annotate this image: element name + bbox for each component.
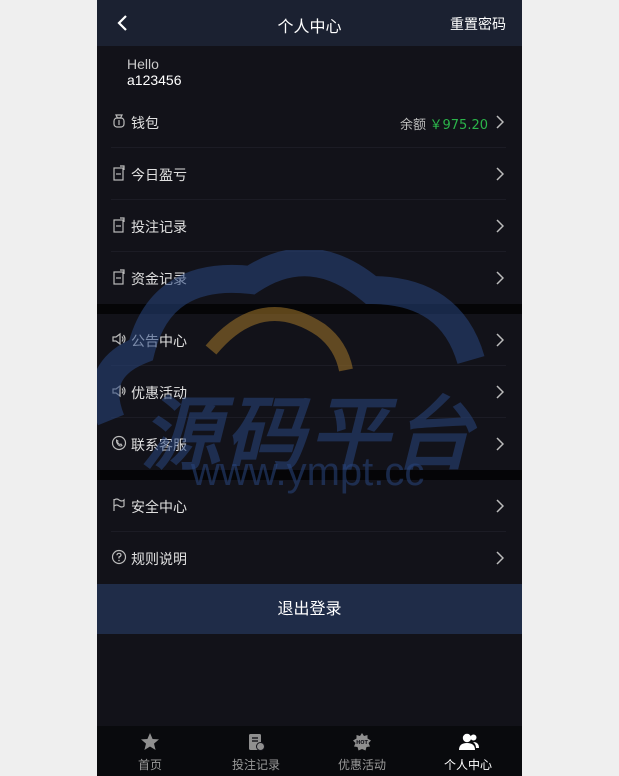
speaker-icon <box>112 332 126 346</box>
wallet-label: 钱包 <box>131 116 159 132</box>
menu-item-label: 规则说明 <box>131 552 187 568</box>
chevron-right-icon <box>496 551 504 565</box>
users-icon <box>459 733 479 750</box>
report-icon <box>113 269 125 285</box>
wallet-bag-icon <box>113 114 125 128</box>
reset-password-button[interactable]: 重置密码 <box>450 14 506 34</box>
menu-item-promotions[interactable]: 优惠活动 <box>97 366 522 418</box>
chevron-right-icon <box>496 499 504 513</box>
chevron-right-icon <box>496 385 504 399</box>
star-icon <box>141 733 159 750</box>
chevron-right-icon <box>496 167 504 181</box>
menu-item-label: 公告中心 <box>131 334 187 350</box>
menu-item-fund-records[interactable]: 资金记录 <box>97 252 522 304</box>
greeting: Hello a123456 <box>127 56 182 88</box>
greeting-hello: Hello <box>127 56 159 72</box>
question-icon <box>111 549 127 565</box>
menu-item-security[interactable]: 安全中心 <box>97 480 522 532</box>
chevron-right-icon <box>496 437 504 451</box>
tab-label: 首页 <box>137 758 162 772</box>
username: a123456 <box>127 72 182 88</box>
wallet-row[interactable]: 钱包 余额 ￥975.20 <box>97 96 522 148</box>
report-icon <box>113 217 125 233</box>
phone-icon <box>111 435 127 451</box>
menu-item-label: 资金记录 <box>131 272 187 288</box>
menu-item-today-profit[interactable]: 今日盈亏 <box>97 148 522 200</box>
svg-text:HOT: HOT <box>356 740 368 746</box>
tab-bet-records[interactable]: 投注记录 <box>203 726 309 776</box>
menu-item-label: 联系客服 <box>131 438 187 454</box>
tab-label: 个人中心 <box>443 758 492 772</box>
chevron-right-icon <box>496 333 504 347</box>
tab-promotions[interactable]: HOT 优惠活动 <box>309 726 415 776</box>
menu-item-label: 投注记录 <box>131 220 187 236</box>
section-separator <box>97 470 522 480</box>
balance-value: ￥975.20 <box>429 118 489 133</box>
hot-icon: HOT <box>353 733 371 751</box>
bet-record-icon <box>249 734 265 751</box>
menu-item-announcements[interactable]: 公告中心 <box>97 314 522 366</box>
menu-item-label: 今日盈亏 <box>131 168 187 184</box>
tab-personal-center[interactable]: 个人中心 <box>415 726 521 776</box>
chevron-right-icon <box>496 115 504 129</box>
balance-label: 余额 <box>399 118 426 133</box>
phone-screen: 个人中心 重置密码 Hello a123456 钱包 余额 ￥975.20 今日… <box>97 0 522 776</box>
header-bar: 个人中心 重置密码 <box>97 0 522 46</box>
menu-item-label: 优惠活动 <box>131 386 187 402</box>
tab-home[interactable]: 首页 <box>97 726 203 776</box>
menu-item-label: 安全中心 <box>131 500 187 516</box>
flag-icon <box>113 498 125 511</box>
section-separator <box>97 304 522 314</box>
chevron-right-icon <box>496 271 504 285</box>
speaker-icon <box>112 384 126 398</box>
report-icon <box>113 165 125 181</box>
bottom-tab-bar: 首页 投注记录 HOT 优惠活动 个人中心 <box>97 726 522 776</box>
tab-label: 投注记录 <box>231 758 280 772</box>
menu-item-customer-service[interactable]: 联系客服 <box>97 418 522 470</box>
tab-label: 优惠活动 <box>337 758 386 772</box>
menu-item-bet-records[interactable]: 投注记录 <box>97 200 522 252</box>
logout-button[interactable]: 退出登录 <box>97 584 522 634</box>
chevron-right-icon <box>496 219 504 233</box>
menu-item-rules[interactable]: 规则说明 <box>97 532 522 584</box>
